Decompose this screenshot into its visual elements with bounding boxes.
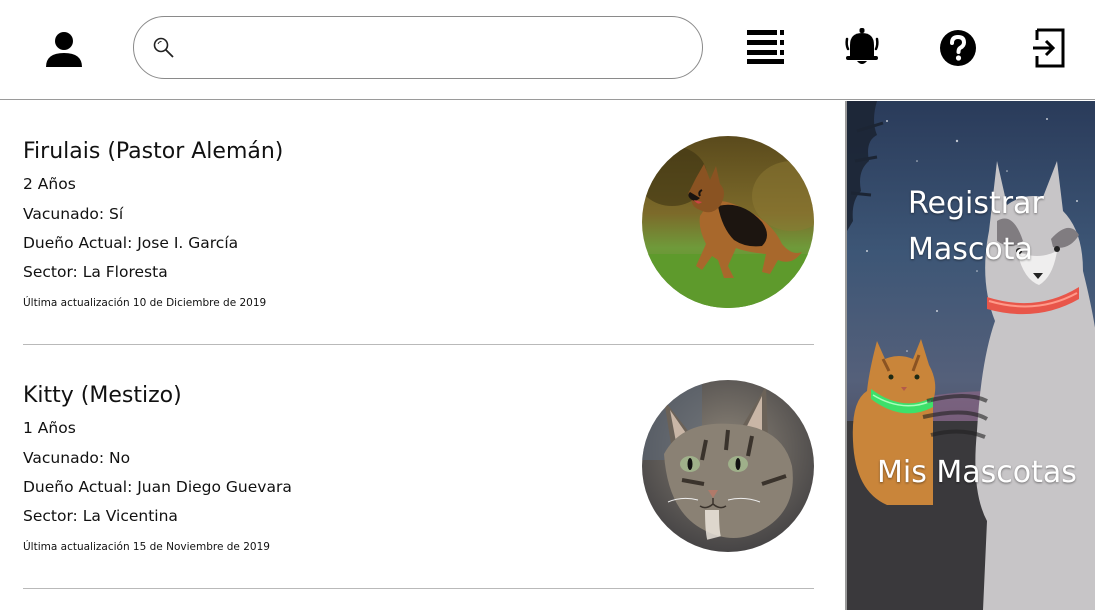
- bell-icon: [845, 28, 879, 64]
- pet-age: 2 Años: [23, 175, 76, 193]
- pet-owner: Dueño Actual: Jose I. García: [23, 234, 239, 252]
- help-button[interactable]: [938, 28, 978, 68]
- sidebar: Registrar Mascota Mis Mascotas: [845, 101, 1095, 610]
- pet-name: Kitty (Mestizo): [23, 383, 182, 408]
- profile-button[interactable]: [44, 29, 84, 69]
- pet-photo-dog[interactable]: [642, 136, 814, 308]
- logout-button[interactable]: [1031, 28, 1067, 68]
- husky-and-cat-night-sky-image: [847, 101, 1095, 610]
- notifications-button[interactable]: [842, 27, 882, 67]
- pet-sector: Sector: La Vicentina: [23, 507, 178, 525]
- top-bar: [0, 0, 1095, 100]
- pet-name: Firulais (Pastor Alemán): [23, 139, 284, 164]
- menu-list-icon: [747, 30, 784, 64]
- user-icon: [46, 32, 82, 67]
- pet-age: 1 Años: [23, 419, 76, 437]
- pet-last-updated: Última actualización 10 de Diciembre de …: [23, 297, 267, 309]
- logout-icon: [1033, 28, 1065, 68]
- register-pet-line2: Mascota: [908, 232, 1033, 267]
- pet-list: Firulais (Pastor Alemán) 2 Años Vacunado…: [0, 101, 845, 610]
- pet-sector: Sector: La Floresta: [23, 263, 168, 281]
- help-icon: [940, 30, 976, 66]
- register-pet-line1: Registrar: [908, 186, 1044, 221]
- pet-vaccinated: Vacunado: Sí: [23, 205, 124, 223]
- pet-owner: Dueño Actual: Juan Diego Guevara: [23, 478, 292, 496]
- pet-last-updated: Última actualización 15 de Noviembre de …: [23, 541, 270, 553]
- german-shepherd-photo: [642, 136, 814, 308]
- pet-card[interactable]: Kitty (Mestizo) 1 Años Vacunado: No Dueñ…: [23, 345, 814, 589]
- pet-photo-cat[interactable]: [642, 380, 814, 552]
- menu-button[interactable]: [745, 27, 787, 67]
- my-pets-link[interactable]: Mis Mascotas: [877, 450, 1077, 496]
- register-pet-link[interactable]: Registrar Mascota: [908, 181, 1044, 273]
- search-bar: [133, 16, 703, 79]
- pet-card[interactable]: Firulais (Pastor Alemán) 2 Años Vacunado…: [23, 101, 814, 345]
- search-input[interactable]: [189, 27, 684, 69]
- search-icon: [153, 37, 174, 58]
- tabby-cat-photo: [642, 380, 814, 552]
- pet-vaccinated: Vacunado: No: [23, 449, 131, 467]
